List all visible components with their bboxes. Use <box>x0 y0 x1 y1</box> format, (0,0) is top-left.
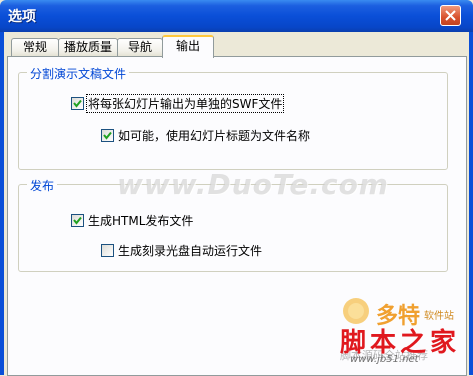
check-icon <box>73 99 82 108</box>
autorun-cd-checkbox[interactable] <box>101 243 114 257</box>
title-bar: 选项 <box>0 0 473 32</box>
autorun-cd-label: 生成刻录光盘自动运行文件 <box>118 243 263 258</box>
use-slide-title-label: 如可能，使用幻灯片标题为文件名称 <box>118 128 311 143</box>
use-slide-title-checkbox[interactable] <box>101 128 114 142</box>
split-file-group: 分割演示文稿文件 <box>18 65 448 170</box>
generate-html-label: 生成HTML发布文件 <box>88 213 194 228</box>
tab-navigation[interactable]: 导航 <box>117 38 163 56</box>
export-each-slide-option[interactable]: 将每张幻灯片输出为单独的SWF文件 <box>71 93 285 113</box>
generate-html-option[interactable]: 生成HTML发布文件 <box>71 212 194 228</box>
use-slide-title-option[interactable]: 如可能，使用幻灯片标题为文件名称 <box>101 127 311 143</box>
publish-legend: 发布 <box>27 177 58 194</box>
export-each-slide-label: 将每张幻灯片输出为单独的SWF文件 <box>85 93 285 113</box>
close-button[interactable] <box>440 5 461 26</box>
export-each-slide-checkbox[interactable] <box>71 96 84 110</box>
generate-html-checkbox[interactable] <box>71 213 84 227</box>
tab-general[interactable]: 常规 <box>11 38 59 56</box>
jb51-url: www.jb51.net <box>350 354 419 365</box>
close-icon <box>445 10 456 21</box>
check-icon <box>73 216 82 225</box>
check-icon <box>103 131 112 140</box>
autorun-cd-option[interactable]: 生成刻录光盘自动运行文件 <box>101 242 263 258</box>
tab-output[interactable]: 输出 <box>162 35 214 58</box>
window-border-left <box>0 32 4 375</box>
duote-brand-sub: 软件站 <box>424 311 454 322</box>
window-title: 选项 <box>8 9 36 25</box>
split-file-legend: 分割演示文稿文件 <box>27 65 130 82</box>
window-border-right <box>469 32 473 375</box>
tab-playback-quality[interactable]: 播放质量 <box>58 38 118 56</box>
duote-watermark: www.DuoTe.com <box>117 168 389 201</box>
